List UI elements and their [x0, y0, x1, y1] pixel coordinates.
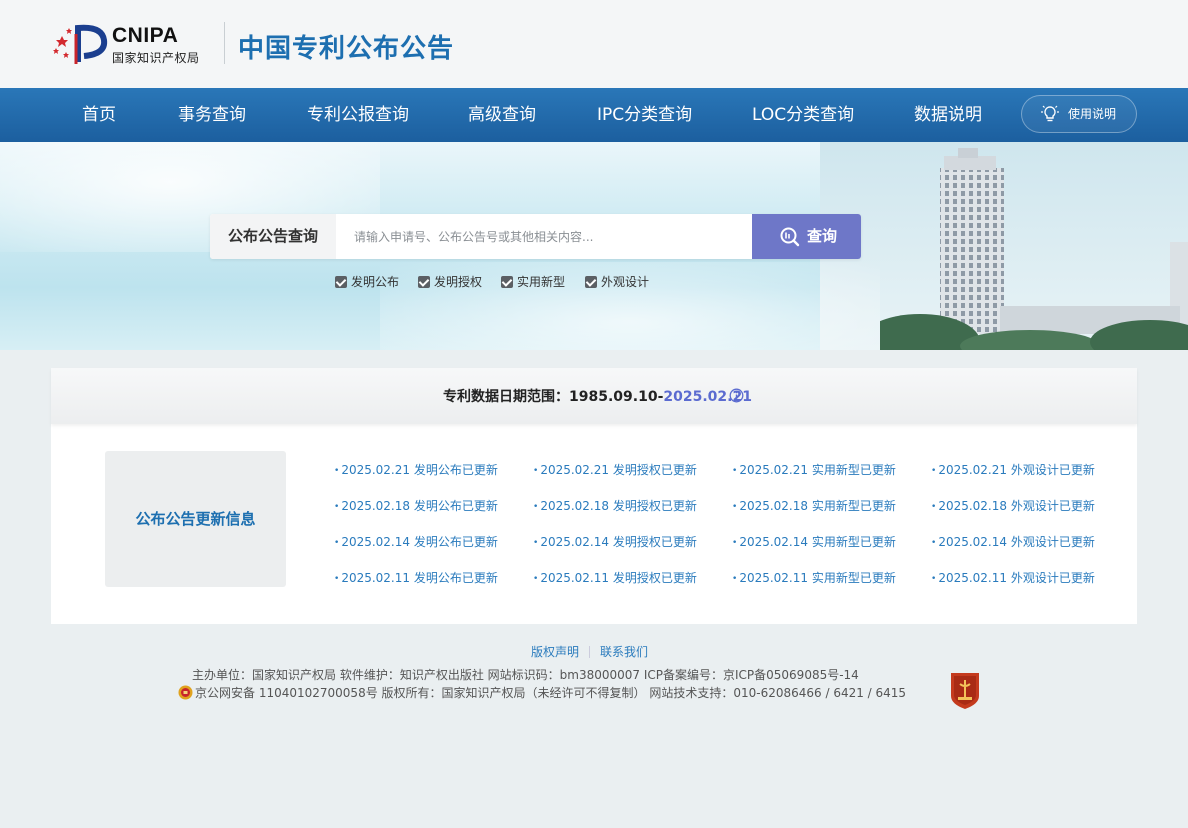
footer-info-line: 主办单位：国家知识产权局 软件维护：知识产权出版社 网站标识码：bm380000… — [192, 668, 859, 682]
update-link[interactable]: 2025.02.14 发明公布已更新 — [334, 533, 498, 550]
nav-item-gazette-query[interactable]: 专利公报查询 — [307, 88, 409, 142]
copyright-link[interactable]: 版权声明 — [531, 645, 579, 659]
update-info-label: 公布公告更新信息 — [105, 451, 286, 587]
gov-badge-icon[interactable] — [948, 670, 982, 710]
search-button[interactable]: 查询 — [752, 214, 861, 259]
lightbulb-icon — [1041, 105, 1059, 122]
nav-item-data-description[interactable]: 数据说明 — [914, 88, 982, 142]
search-box: 公布公告查询 查询 — [210, 214, 861, 259]
update-link[interactable]: 2025.02.18 发明授权已更新 — [533, 497, 697, 514]
date-range-label: 专利数据日期范围： — [443, 389, 569, 405]
help-button-label: 使用说明 — [1068, 107, 1117, 121]
site-title: 中国专利公布公告 — [238, 34, 455, 64]
footer-links: 版权声明 联系我们 — [531, 643, 648, 660]
date-range-bar: 专利数据日期范围：1985.09.10-2025.02.21 — [51, 368, 1137, 424]
update-link[interactable]: 2025.02.14 发明授权已更新 — [533, 533, 697, 550]
update-link[interactable]: 2025.02.21 实用新型已更新 — [732, 461, 896, 478]
nav-item-advanced-query[interactable]: 高级查询 — [468, 88, 536, 142]
search-icon — [780, 227, 800, 247]
filter-invention-publication[interactable]: 发明公布 — [335, 273, 399, 291]
update-link[interactable]: 2025.02.11 发明授权已更新 — [533, 569, 697, 586]
search-banner: 公布公告查询 查询 发明公布 发明授权 实用新型 外观设计 — [0, 142, 1188, 350]
filter-design[interactable]: 外观设计 — [585, 273, 649, 291]
update-link[interactable]: 2025.02.18 实用新型已更新 — [732, 497, 896, 514]
filter-label: 实用新型 — [517, 275, 566, 289]
nav-item-affairs-query[interactable]: 事务查询 — [178, 88, 246, 142]
update-link[interactable]: 2025.02.11 外观设计已更新 — [931, 569, 1095, 586]
search-button-label: 查询 — [807, 227, 838, 245]
update-link[interactable]: 2025.02.14 外观设计已更新 — [931, 533, 1095, 550]
info-icon[interactable] — [729, 388, 744, 403]
search-scope-label: 公布公告查询 — [210, 214, 336, 259]
checkbox-checked-icon — [585, 276, 597, 288]
update-link[interactable]: 2025.02.11 实用新型已更新 — [732, 569, 896, 586]
date-range-text: 专利数据日期范围：1985.09.10-2025.02.21 — [443, 386, 752, 406]
main-nav: 首页 事务查询 专利公报查询 高级查询 IPC分类查询 LOC分类查询 数据说明… — [0, 88, 1188, 142]
update-link[interactable]: 2025.02.18 外观设计已更新 — [931, 497, 1095, 514]
footer-link-divider — [589, 646, 591, 658]
checkbox-checked-icon — [418, 276, 430, 288]
site-header: CNIPA 国家知识产权局 中国专利公布公告 — [0, 0, 1188, 88]
filter-invention-grant[interactable]: 发明授权 — [418, 273, 482, 291]
search-input[interactable] — [336, 214, 752, 259]
update-link[interactable]: 2025.02.14 实用新型已更新 — [732, 533, 896, 550]
checkbox-checked-icon — [335, 276, 347, 288]
filter-label: 发明公布 — [351, 275, 400, 289]
update-link[interactable]: 2025.02.18 发明公布已更新 — [334, 497, 498, 514]
date-range-start: 1985.09.10- — [569, 389, 664, 405]
checkbox-checked-icon — [501, 276, 513, 288]
contact-link[interactable]: 联系我们 — [600, 645, 648, 659]
nav-item-ipc-query[interactable]: IPC分类查询 — [597, 88, 692, 142]
update-panel: 专利数据日期范围：1985.09.10-2025.02.21 公布公告更新信息 … — [51, 368, 1137, 624]
footer-security-line: 京公网安备 11040102700058号 版权所有：国家知识产权局（未经许可不… — [195, 686, 907, 700]
update-link[interactable]: 2025.02.21 外观设计已更新 — [931, 461, 1095, 478]
update-link[interactable]: 2025.02.21 发明授权已更新 — [533, 461, 697, 478]
cnipa-logo[interactable]: CNIPA 国家知识产权局 — [52, 20, 227, 68]
filter-label: 外观设计 — [601, 275, 650, 289]
update-link[interactable]: 2025.02.21 发明公布已更新 — [334, 461, 498, 478]
logo-english: CNIPA — [112, 24, 179, 47]
filter-utility-model[interactable]: 实用新型 — [501, 273, 565, 291]
nav-item-loc-query[interactable]: LOC分类查询 — [752, 88, 854, 142]
nav-item-home[interactable]: 首页 — [82, 88, 116, 142]
filter-label: 发明授权 — [434, 275, 483, 289]
office-building-image — [880, 148, 1188, 350]
logo-chinese: 国家知识产权局 — [112, 51, 200, 65]
police-emblem-icon[interactable] — [178, 685, 193, 700]
logo-divider — [224, 22, 225, 64]
update-link[interactable]: 2025.02.11 发明公布已更新 — [334, 569, 498, 586]
cnipa-logo-icon — [53, 24, 108, 64]
help-button[interactable]: 使用说明 — [1021, 95, 1137, 133]
